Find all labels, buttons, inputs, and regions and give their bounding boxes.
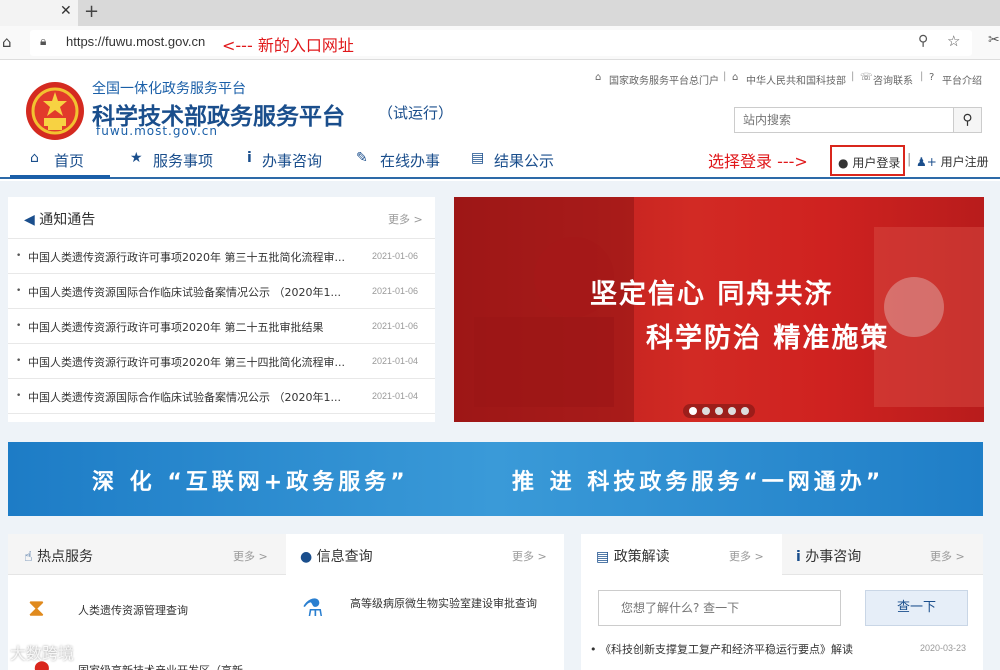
consult-more[interactable]: 更多 > <box>930 548 965 564</box>
notice-item-text[interactable]: 中国人类遗传资源行政许可事项2020年 第三十五批简化流程审... <box>16 249 345 265</box>
document-nav-icon: ▤ <box>471 150 485 166</box>
lock-icon[interactable]: 🔒︎ <box>40 34 46 49</box>
nav-results[interactable]: 结果公示 <box>494 150 554 171</box>
carousel-dot[interactable] <box>702 407 710 415</box>
lightbulb-icon: ● <box>300 549 313 565</box>
add-user-icon: ♟+ <box>916 155 937 169</box>
bank-icon: ⌂ <box>732 72 739 83</box>
user-icon: ● <box>838 156 849 170</box>
notice-item-date: 2021-01-04 <box>372 356 419 366</box>
notice-item-date: 2021-01-06 <box>372 286 419 296</box>
url-annotation: <--- 新的入口网址 <box>222 36 354 55</box>
site-domain: fuwu.most.gov.cn <box>96 124 219 138</box>
carousel-dot[interactable] <box>715 407 723 415</box>
notice-item-text[interactable]: 中国人类遗传资源国际合作临床试验备案情况公示 （2020年1... <box>16 284 341 300</box>
nav-online-service[interactable]: 在线办事 <box>380 150 440 171</box>
more-icon[interactable]: ✂ <box>988 32 1000 48</box>
nav-service-items[interactable]: 服务事项 <box>153 150 213 171</box>
notice-item-date: 2021-01-04 <box>372 391 419 401</box>
notice-item-date: 2021-01-06 <box>372 321 419 331</box>
policy-item-date: 2020-03-23 <box>920 643 967 653</box>
star-nav-icon: ★ <box>130 150 143 166</box>
policy-title: ▤ 政策解读 <box>596 549 670 565</box>
new-tab-icon[interactable]: + <box>84 1 99 22</box>
thumbs-up-icon: ☝ <box>24 549 33 565</box>
service-item[interactable]: 人类遗传资源管理查询 <box>78 602 188 618</box>
phone-icon: ☏ <box>860 72 873 83</box>
info-query-title: ● 信息查询 <box>300 549 373 565</box>
dna-icon: ⧗ <box>28 594 45 622</box>
policy-more[interactable]: 更多 > <box>729 548 764 564</box>
flask-icon: ⚗ <box>302 594 324 622</box>
carousel-dot[interactable] <box>728 407 736 415</box>
banner-headline-1: 坚定信心 同舟共济 <box>590 279 834 310</box>
site-search-input[interactable] <box>734 107 954 133</box>
browser-tab-bar <box>0 0 1000 26</box>
platform-subtitle: 全国一体化政务服务平台 <box>92 81 246 97</box>
home-icon[interactable]: ⌂ <box>2 33 12 51</box>
user-register-label: 用户注册 <box>940 155 989 169</box>
info-query-more[interactable]: 更多 > <box>512 548 547 564</box>
banner-headline-2: 科学防治 精准施策 <box>646 323 890 354</box>
nav-home[interactable]: 首页 <box>54 150 84 171</box>
home-nav-icon: ⌂ <box>30 150 39 166</box>
query-button[interactable]: 查一下 <box>865 590 968 626</box>
top-link-contact[interactable]: 咨询联系 <box>873 72 913 87</box>
document-icon: ▤ <box>596 549 610 565</box>
user-login-button[interactable]: ● 用户登录 <box>830 145 905 176</box>
url-text[interactable]: https://fuwu.most.gov.cn <box>66 34 205 49</box>
watermark-logo: 大数跨境 <box>10 644 75 663</box>
hot-services-title: ☝ 热点服务 <box>24 549 93 565</box>
close-tab-icon[interactable]: ✕ <box>60 3 72 19</box>
login-annotation: 选择登录 ---> <box>708 152 808 171</box>
carousel-dot[interactable] <box>689 407 697 415</box>
favorite-star-icon[interactable]: ☆ <box>947 32 960 50</box>
policy-item-text[interactable]: • 《科技创新支撑复工复产和经济平稳运行要点》解读 <box>590 641 853 657</box>
notice-title: ◀ 通知通告 <box>24 212 96 228</box>
site-title-trial: （试运行） <box>378 104 454 122</box>
pencil-nav-icon: ✎ <box>356 150 368 166</box>
notice-item-date: 2021-01-06 <box>372 251 419 261</box>
national-emblem-icon <box>26 82 84 140</box>
nav-active-indicator <box>10 175 110 179</box>
home-small-icon: ⌂ <box>595 72 602 83</box>
user-login-label: 用户登录 <box>852 156 901 170</box>
question-input[interactable] <box>598 590 841 626</box>
zoom-icon[interactable]: ⚲ <box>918 33 928 49</box>
service-item[interactable]: 高等级病原微生物实验室建设审批查询 <box>350 597 540 610</box>
nav-consulting[interactable]: 办事咨询 <box>262 150 322 171</box>
top-link-most[interactable]: 中华人民共和国科技部 <box>746 72 846 87</box>
notice-item-text[interactable]: 中国人类遗传资源行政许可事项2020年 第二十五批审批结果 <box>16 319 324 335</box>
notice-item-text[interactable]: 中国人类遗传资源行政许可事项2020年 第三十四批简化流程审... <box>16 354 345 370</box>
service-item[interactable]: 国家级高新技术产业开发区（高新... <box>78 662 254 670</box>
consult-title: i 办事咨询 <box>796 549 862 565</box>
banner-slogan-right: 推 进 科技政务服务“一网通办” <box>512 470 885 495</box>
notice-more-link[interactable]: 更多 > <box>388 211 423 227</box>
notice-item-text[interactable]: 中国人类遗传资源国际合作临床试验备案情况公示 （2020年1... <box>16 389 341 405</box>
banner-slogan-left: 深 化 “互联网+政务服务” <box>92 470 409 495</box>
search-icon[interactable]: ⚲ <box>954 107 982 133</box>
info-icon: i <box>796 549 801 565</box>
carousel-dot[interactable] <box>741 407 749 415</box>
question-icon: ? <box>929 72 935 83</box>
megaphone-icon: ◀ <box>24 212 35 228</box>
top-link-about[interactable]: 平台介绍 <box>942 72 982 87</box>
user-register-button[interactable]: ♟+ 用户注册 <box>916 153 989 170</box>
top-link-national-portal[interactable]: 国家政务服务平台总门户 <box>609 72 719 87</box>
hot-services-more[interactable]: 更多 > <box>233 548 268 564</box>
info-nav-icon: i <box>247 150 252 166</box>
